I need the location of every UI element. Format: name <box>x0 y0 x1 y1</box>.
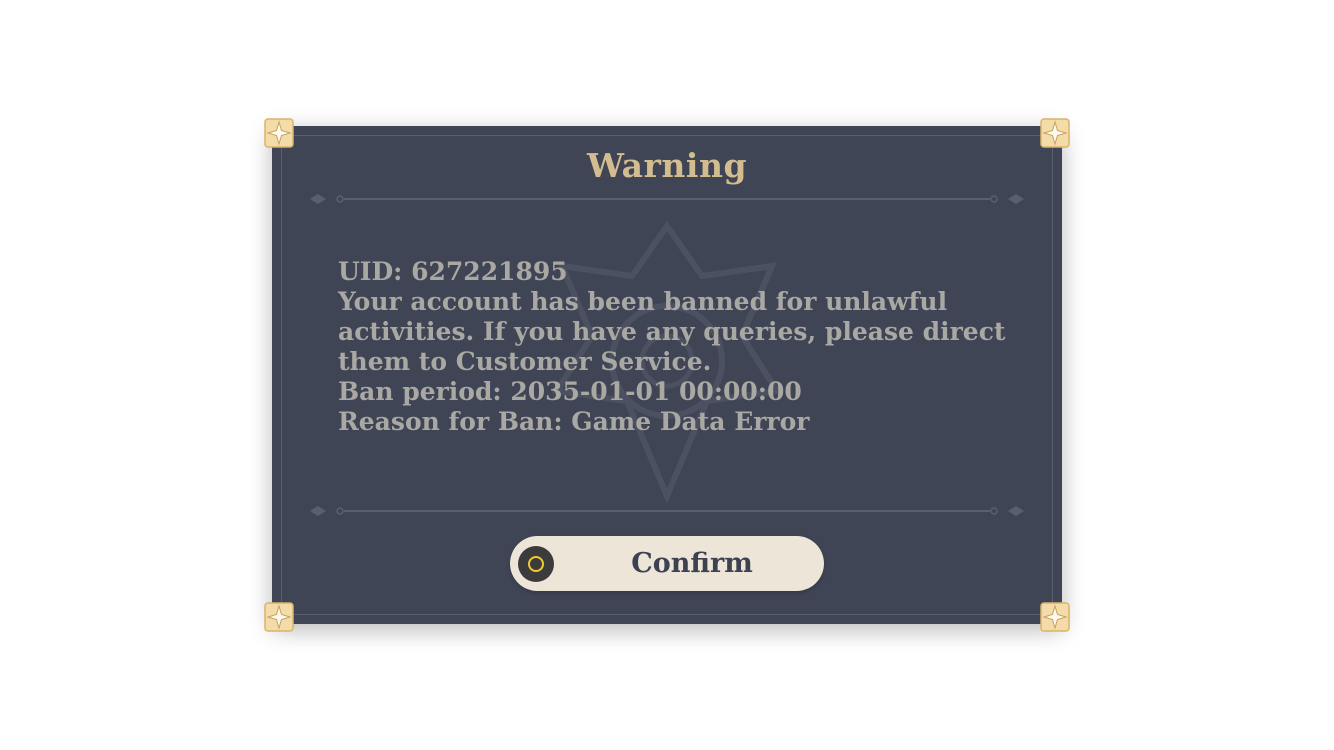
message-line: Your account has been banned for unlawfu… <box>338 287 948 316</box>
message-line: them to Customer Service. <box>338 347 712 376</box>
dialog-title: Warning <box>586 146 748 185</box>
corner-star-icon <box>264 118 294 148</box>
confirm-button-label: Confirm <box>631 548 753 579</box>
ornamental-divider <box>310 506 1024 516</box>
ban-message: UID: 627221895 Your account has been ban… <box>338 257 1006 437</box>
ornamental-divider <box>310 194 1024 204</box>
corner-star-icon <box>264 602 294 632</box>
ban-reason-line: Reason for Ban: Game Data Error <box>338 407 810 436</box>
uid-line: UID: 627221895 <box>338 257 568 286</box>
controller-o-button-icon <box>518 546 554 582</box>
warning-dialog: Warning UID: 627221895 Your account has … <box>264 118 1070 632</box>
ban-period-line: Ban period: 2035-01-01 00:00:00 <box>338 377 802 406</box>
corner-star-icon <box>1040 118 1070 148</box>
confirm-button[interactable]: Confirm <box>510 536 824 591</box>
corner-star-icon <box>1040 602 1070 632</box>
message-line: activities. If you have any queries, ple… <box>338 317 1006 346</box>
